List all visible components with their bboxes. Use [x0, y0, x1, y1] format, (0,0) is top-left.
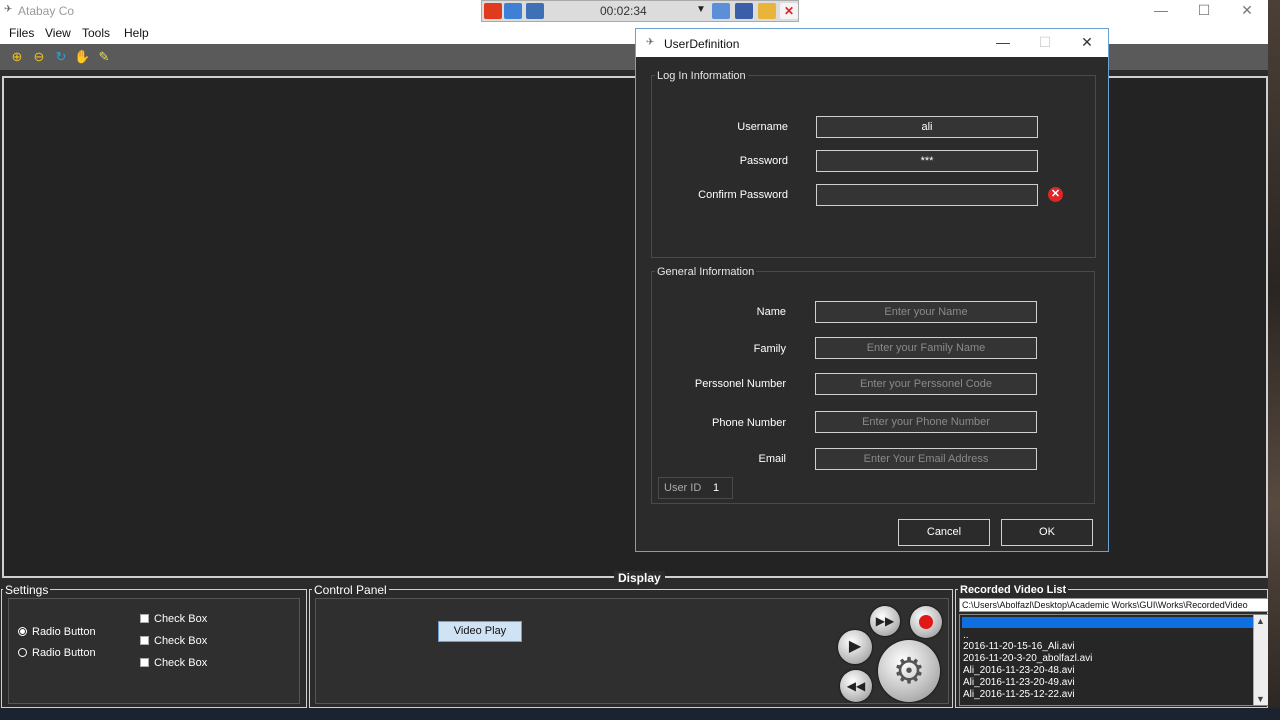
user-definition-dialog: ✈ UserDefinition — ☐ ✕ Log In Informatio…	[635, 28, 1109, 552]
phone-number-input[interactable]	[815, 411, 1037, 433]
list-item[interactable]: Ali_2016-11-23-20-48.avi	[963, 665, 1075, 676]
family-label: Family	[753, 343, 786, 355]
username-input[interactable]	[816, 116, 1038, 138]
checkbox-3[interactable]	[140, 658, 149, 667]
checkbox-label-1: Check Box	[154, 613, 208, 625]
taskbar-strip	[0, 708, 1280, 720]
dropdown-icon[interactable]: ▼	[696, 4, 706, 15]
video-list[interactable]: .. 2016-11-20-15-16_Ali.avi 2016-11-20-3…	[959, 614, 1269, 706]
general-group-label: General Information	[655, 266, 757, 278]
fast-forward-icon[interactable]: ▶▶	[870, 606, 900, 636]
zoom-in-icon[interactable]: ⊕	[9, 49, 25, 65]
video-path-field[interactable]: C:\Users\Abolfazl\Desktop\Academic Works…	[959, 598, 1269, 612]
dialog-title: UserDefinition	[664, 37, 740, 51]
dialog-icon: ✈	[646, 37, 655, 48]
menu-view[interactable]: View	[45, 26, 71, 40]
list-item[interactable]: 2016-11-20-15-16_Ali.avi	[963, 641, 1075, 652]
video-list-label: Recorded Video List	[958, 584, 1069, 596]
maximize-button[interactable]: ☐	[1183, 0, 1225, 22]
background-edge	[1268, 0, 1280, 720]
record-icon	[919, 615, 933, 629]
user-id-box: User ID 1	[658, 477, 733, 499]
email-input[interactable]	[815, 448, 1037, 470]
record-timer: 00:02:34	[600, 4, 647, 18]
menu-help[interactable]: Help	[124, 26, 149, 40]
list-item[interactable]: Ali_2016-11-23-20-49.avi	[963, 677, 1075, 688]
app-title: Atabay Co	[18, 4, 75, 18]
settings-gear-icon[interactable]: ⚙	[878, 640, 940, 702]
rotate-icon[interactable]: ↻	[53, 49, 69, 65]
checkbox-1[interactable]	[140, 614, 149, 623]
radio-button-2[interactable]	[18, 648, 27, 657]
recorder-toolbar: 00:02:34 ▼ ✕	[481, 0, 799, 22]
list-item[interactable]: ..	[963, 630, 969, 641]
checkbox-label-3: Check Box	[154, 657, 208, 669]
user-id-value: 1	[713, 482, 720, 494]
error-icon: ✕	[1048, 187, 1063, 202]
checkbox-label-2: Check Box	[154, 635, 208, 647]
personnel-number-label: Perssonel Number	[694, 378, 786, 390]
email-label: Email	[758, 453, 786, 465]
close-button[interactable]: ✕	[1226, 0, 1268, 22]
rewind-icon[interactable]: ◀◀	[840, 670, 872, 702]
menu-files[interactable]: Files	[9, 26, 34, 40]
confirm-password-label: Confirm Password	[698, 189, 788, 201]
stop-record-button[interactable]	[484, 3, 502, 19]
scroll-up-icon[interactable]: ▲	[1256, 616, 1265, 626]
confirm-password-input[interactable]	[816, 184, 1038, 206]
list-item[interactable]: Ali_2016-11-25-12-22.avi	[963, 689, 1075, 700]
list-scrollbar[interactable]: ▲ ▼	[1253, 615, 1268, 705]
pan-hand-icon[interactable]: ✋	[74, 49, 90, 65]
dialog-minimize-button[interactable]: —	[988, 34, 1018, 50]
selected-list-item[interactable]	[962, 617, 1254, 628]
menu-tools[interactable]: Tools	[82, 26, 110, 40]
lock-icon[interactable]	[758, 3, 776, 19]
play-icon[interactable]: ▶	[838, 630, 872, 664]
app-icon: ✈	[4, 4, 13, 15]
camera-icon[interactable]	[526, 3, 544, 19]
phone-number-label: Phone Number	[712, 417, 786, 429]
scroll-down-icon[interactable]: ▼	[1256, 694, 1265, 704]
ok-button[interactable]: OK	[1001, 519, 1093, 546]
dialog-maximize-button[interactable]: ☐	[1030, 34, 1060, 51]
family-input[interactable]	[815, 337, 1037, 359]
username-label: Username	[737, 121, 788, 133]
dialog-titlebar: ✈ UserDefinition — ☐ ✕	[636, 29, 1108, 57]
display-label: Display	[614, 571, 665, 585]
zoom-icon[interactable]	[712, 3, 730, 19]
video-play-button[interactable]: Video Play	[438, 621, 522, 642]
dialog-close-button[interactable]: ✕	[1072, 34, 1102, 51]
cancel-button[interactable]: Cancel	[898, 519, 990, 546]
settings-label: Settings	[3, 583, 51, 597]
personnel-number-input[interactable]	[815, 373, 1037, 395]
name-label: Name	[756, 306, 786, 318]
password-label: Password	[739, 155, 788, 167]
password-input[interactable]	[816, 150, 1038, 172]
data-cursor-icon[interactable]: ✎	[96, 49, 112, 65]
record-button[interactable]	[910, 606, 942, 638]
minimize-button[interactable]: —	[1140, 0, 1182, 22]
radio-label-2: Radio Button	[32, 647, 96, 659]
zoom-out-icon[interactable]: ⊖	[31, 49, 47, 65]
radio-button-1[interactable]	[18, 627, 27, 636]
pause-record-button[interactable]	[504, 3, 522, 19]
user-id-label: User ID	[664, 482, 702, 494]
control-panel-label: Control Panel	[312, 583, 389, 597]
login-group-label: Log In Information	[655, 70, 748, 82]
magnet-icon[interactable]	[735, 3, 753, 19]
checkbox-2[interactable]	[140, 636, 149, 645]
close-recorder-icon[interactable]: ✕	[780, 3, 798, 19]
name-input[interactable]	[815, 301, 1037, 323]
list-item[interactable]: 2016-11-20-3-20_abolfazl.avi	[963, 653, 1092, 664]
radio-label-1: Radio Button	[32, 626, 96, 638]
